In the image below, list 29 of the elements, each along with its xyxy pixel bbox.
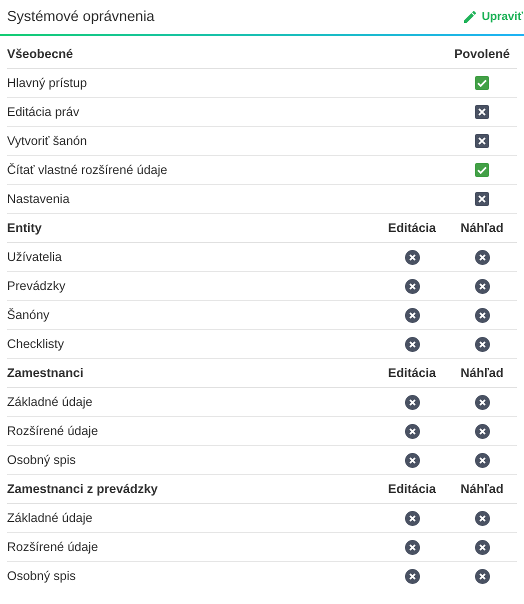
section-title: Entity (7, 221, 43, 235)
column-header: Povolené (453, 47, 511, 61)
edit-link[interactable]: Upraviť (464, 11, 523, 23)
column-header: Editácia (387, 366, 437, 380)
column-header: Náhľad (459, 221, 505, 235)
permission-label: Rozšírené údaje (7, 540, 100, 554)
column-header: Náhľad (459, 366, 505, 380)
permission-label: Užívatelia (7, 250, 63, 264)
permission-label: Nastavenia (7, 192, 71, 206)
column-header: Náhľad (459, 482, 505, 496)
permission-label: Rozšírené údaje (7, 424, 100, 438)
permission-label: Vytvoriť šanón (7, 134, 88, 148)
section-title: Zamestnanci (7, 366, 84, 380)
panel-title: Systémové oprávnenia (7, 9, 154, 25)
permission-label: Checklisty (7, 337, 65, 351)
permission-label: Osobný spis (7, 569, 77, 583)
section-title: Všeobecné (7, 47, 74, 61)
permission-label: Editácia práv (7, 105, 80, 119)
permission-label: Základné údaje (7, 395, 94, 409)
permission-label: Šanóny (7, 308, 50, 322)
section-title: Zamestnanci z prevádzky (7, 482, 159, 496)
permission-label: Základné údaje (7, 511, 94, 525)
permission-label: Prevádzky (7, 279, 66, 293)
permission-label: Osobný spis (7, 453, 77, 467)
pencil-icon (464, 11, 476, 23)
column-header: Editácia (387, 221, 437, 235)
permission-label: Hlavný prístup (7, 76, 88, 90)
column-header: Editácia (387, 482, 437, 496)
permission-label: Čítať vlastné rozšírené údaje (7, 163, 168, 177)
